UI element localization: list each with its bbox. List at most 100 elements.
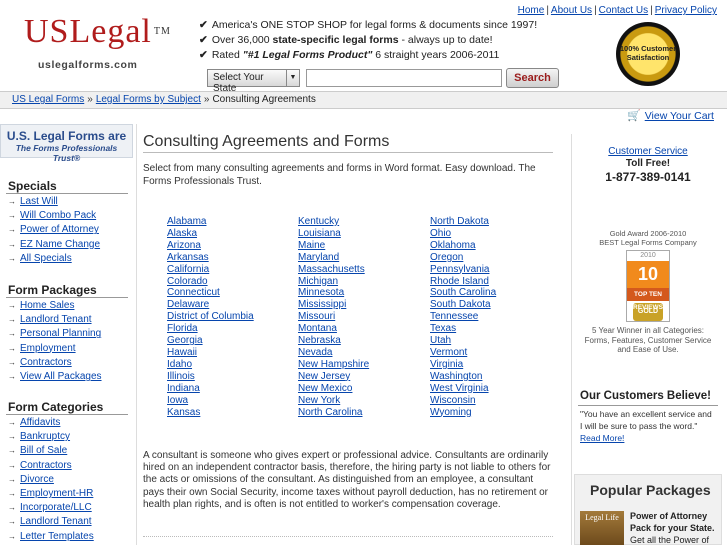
popular-package-item[interactable]: Power of Attorney Pack for your State. G… [630, 510, 720, 546]
state-link[interactable]: Alabama [167, 216, 206, 227]
package-landlord-tenant[interactable]: Landlord Tenant [20, 314, 92, 325]
state-link[interactable]: Nevada [298, 347, 332, 358]
breadcrumb-legal-forms-by-subject[interactable]: Legal Forms by Subject [96, 94, 201, 105]
arrow-right-icon: → [8, 474, 16, 484]
state-link[interactable]: Connecticut [167, 287, 220, 298]
state-link[interactable]: Kentucky [298, 216, 339, 227]
read-more-link[interactable]: Read More! [580, 433, 624, 443]
breadcrumb-us-legal-forms[interactable]: US Legal Forms [12, 94, 84, 105]
state-link[interactable]: New Mexico [298, 383, 352, 394]
special-ez-name-change[interactable]: EZ Name Change [20, 239, 100, 250]
package-personal-planning[interactable]: Personal Planning [20, 328, 101, 339]
package-view-all[interactable]: View All Packages [20, 371, 102, 382]
state-link[interactable]: Tennessee [430, 311, 478, 322]
search-input[interactable] [306, 69, 502, 87]
state-link[interactable]: District of Columbia [167, 311, 254, 322]
state-link[interactable]: Michigan [298, 276, 338, 287]
state-link[interactable]: Hawaii [167, 347, 197, 358]
state-link[interactable]: Iowa [167, 395, 188, 406]
list-item: → Incorporate/LLC [8, 501, 94, 515]
state-link[interactable]: West Virginia [430, 383, 489, 394]
state-link[interactable]: Arkansas [167, 252, 209, 263]
state-link[interactable]: Texas [430, 323, 456, 334]
state-link[interactable]: Washington [430, 371, 482, 382]
contact-us-link[interactable]: Contact Us [599, 5, 648, 16]
state-link[interactable]: North Carolina [298, 407, 362, 418]
state-link[interactable]: South Carolina [430, 287, 496, 298]
privacy-policy-link[interactable]: Privacy Policy [655, 5, 717, 16]
state-link[interactable]: Florida [167, 323, 198, 334]
state-link[interactable]: Georgia [167, 335, 203, 346]
view-cart-text[interactable]: View Your Cart [645, 110, 714, 122]
state-link[interactable]: Oklahoma [430, 240, 476, 251]
category-letter-templates[interactable]: Letter Templates [20, 531, 94, 542]
customer-service-link[interactable]: Customer Service [608, 146, 687, 157]
category-bankruptcy[interactable]: Bankruptcy [20, 431, 70, 442]
state-link[interactable]: Oregon [430, 252, 463, 263]
category-employment-hr[interactable]: Employment-HR [20, 488, 93, 499]
state-link[interactable]: Utah [430, 335, 451, 346]
state-link[interactable]: Colorado [167, 276, 208, 287]
about-us-link[interactable]: About Us [551, 5, 592, 16]
state-link[interactable]: Wisconsin [430, 395, 476, 406]
badge-year: 2010 [640, 252, 656, 259]
category-incorporate-llc[interactable]: Incorporate/LLC [20, 502, 92, 513]
state-link[interactable]: New York [298, 395, 340, 406]
category-affidavits[interactable]: Affidavits [20, 417, 60, 428]
state-select[interactable]: Select Your State ▼ [207, 69, 300, 94]
state-link[interactable]: Maine [298, 240, 325, 251]
state-link[interactable]: Montana [298, 323, 337, 334]
package-contractors[interactable]: Contractors [20, 357, 72, 368]
state-link[interactable]: California [167, 264, 209, 275]
uslegal-logo[interactable]: USLegal TM [24, 14, 171, 50]
state-link[interactable]: Alaska [167, 228, 197, 239]
separator: » [203, 94, 210, 105]
state-link[interactable]: Vermont [430, 347, 467, 358]
list-item: Minnesota [298, 287, 369, 299]
package-home-sales[interactable]: Home Sales [20, 300, 74, 311]
state-link[interactable]: North Dakota [430, 216, 489, 227]
state-link[interactable]: New Jersey [298, 371, 350, 382]
state-link[interactable]: Delaware [167, 299, 209, 310]
trust-banner[interactable]: U.S. Legal Forms are The Forms Professio… [0, 124, 133, 163]
chevron-down-icon: ▼ [286, 70, 299, 86]
legal-life-book-image[interactable]: Legal Life [580, 511, 624, 545]
specials-list: → Last Will → Will Combo Pack → Power of At… [8, 195, 100, 266]
list-item: → Affidavits [8, 416, 94, 430]
state-link[interactable]: New Hampshire [298, 359, 369, 370]
special-all-specials[interactable]: All Specials [20, 253, 72, 264]
state-link[interactable]: Maryland [298, 252, 339, 263]
state-link[interactable]: Mississippi [298, 299, 346, 310]
package-employment[interactable]: Employment [20, 343, 76, 354]
state-link[interactable]: Wyoming [430, 407, 472, 418]
state-link[interactable]: Virginia [430, 359, 463, 370]
state-link[interactable]: Minnesota [298, 287, 344, 298]
search-button[interactable]: Search [506, 68, 559, 88]
special-power-of-attorney[interactable]: Power of Attorney [20, 224, 99, 235]
state-link[interactable]: Missouri [298, 311, 335, 322]
category-divorce[interactable]: Divorce [20, 474, 54, 485]
list-item: Mississippi [298, 299, 369, 311]
view-cart-link[interactable]: 🛒 View Your Cart [627, 109, 714, 122]
state-link[interactable]: Idaho [167, 359, 192, 370]
state-link[interactable]: Arizona [167, 240, 201, 251]
state-link[interactable]: Louisiana [298, 228, 341, 239]
special-last-will[interactable]: Last Will [20, 196, 58, 207]
state-link[interactable]: Rhode Island [430, 276, 489, 287]
state-link[interactable]: Indiana [167, 383, 200, 394]
state-link[interactable]: Ohio [430, 228, 451, 239]
category-landlord-tenant[interactable]: Landlord Tenant [20, 516, 92, 527]
state-link[interactable]: Kansas [167, 407, 200, 418]
special-will-combo-pack[interactable]: Will Combo Pack [20, 210, 96, 221]
state-link[interactable]: Pennsylvania [430, 264, 489, 275]
state-link[interactable]: Illinois [167, 371, 195, 382]
category-contractors[interactable]: Contractors [20, 460, 72, 471]
top-ten-reviews-badge[interactable]: 2010 10 TOP TEN REVIEWS GOLD AWARD [626, 250, 670, 333]
state-link[interactable]: South Dakota [430, 299, 491, 310]
home-link[interactable]: Home [518, 5, 545, 16]
state-link[interactable]: Massachusetts [298, 264, 365, 275]
category-bill-of-sale[interactable]: Bill of Sale [20, 445, 67, 456]
state-link[interactable]: Nebraska [298, 335, 341, 346]
list-item: Iowa [167, 395, 254, 407]
state-list-column-3: North Dakota Ohio Oklahoma Oregon Pennsylvan… [430, 216, 496, 418]
